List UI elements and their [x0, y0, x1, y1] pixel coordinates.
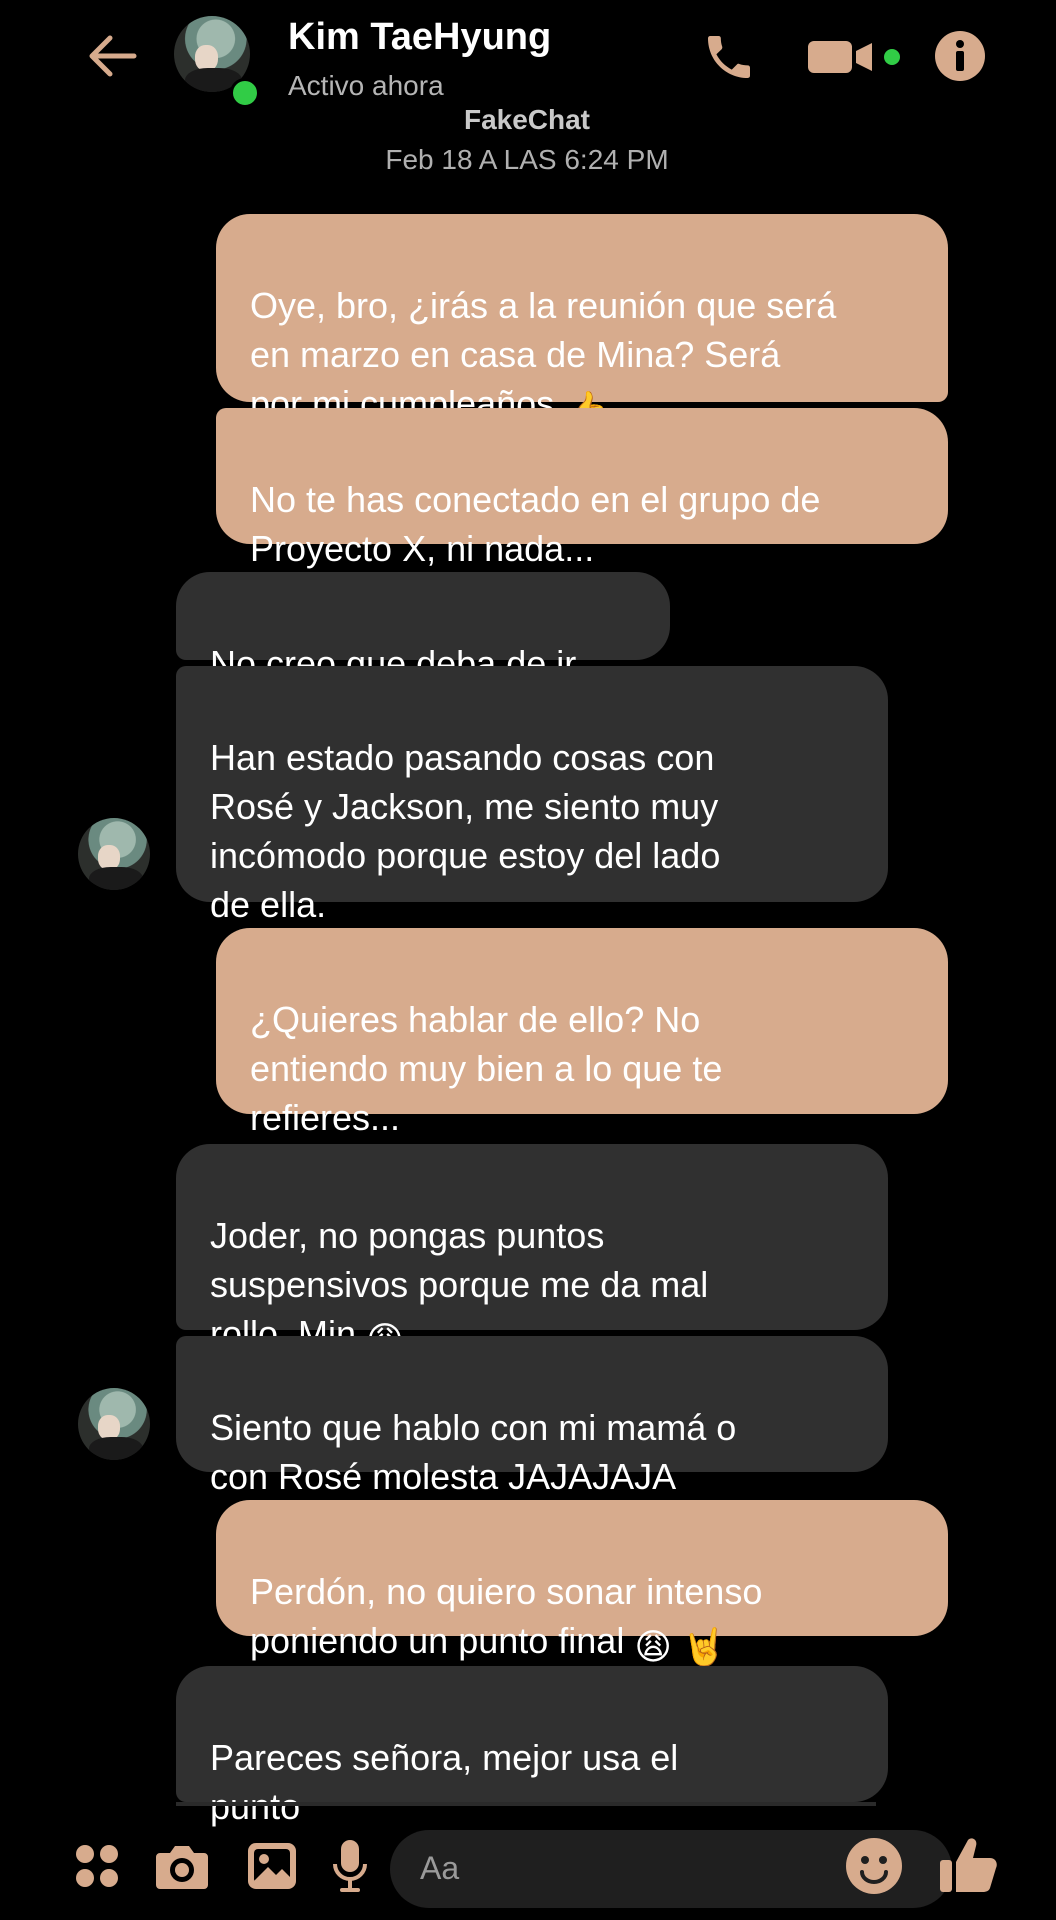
message-outgoing[interactable]: ¿Quieres hablar de ello? No entiendo muy… — [216, 928, 948, 1138]
microphone-icon — [333, 1840, 367, 1892]
message-incoming[interactable]: No creo que deba de ir. — [176, 572, 670, 684]
grid-dots-icon — [76, 1845, 118, 1887]
smile-icon — [846, 1838, 902, 1894]
chat-screen: Kim TaeHyung Activo ahora FakeChat Feb 1… — [36, 0, 1018, 1920]
image-icon — [248, 1843, 296, 1889]
contact-name[interactable]: Kim TaeHyung — [288, 16, 551, 59]
contact-status: Activo ahora — [288, 70, 444, 101]
apps-button[interactable] — [72, 1836, 122, 1896]
microphone-button[interactable] — [330, 1836, 370, 1896]
video-camera-icon — [808, 41, 900, 73]
info-button[interactable] — [932, 28, 988, 84]
message-text: Siento que hablo con mi mamá o con Rosé … — [210, 1407, 737, 1497]
camera-icon — [156, 1846, 208, 1889]
message-outgoing[interactable]: Oye, bro, ¿irás a la reunión que será en… — [216, 214, 948, 430]
composer-divider — [176, 1802, 876, 1806]
message-incoming[interactable]: Pareces señora, mejor usa el punto — [176, 1666, 888, 1827]
gallery-button[interactable] — [242, 1836, 302, 1896]
message-incoming[interactable]: Han estado pasando cosas con Rosé y Jack… — [176, 666, 888, 925]
message-text: No te has conectado en el grupo de Proye… — [250, 479, 821, 569]
message-text: Oye, bro, ¿irás a la reunión que será en… — [250, 285, 837, 424]
back-button[interactable] — [82, 26, 142, 86]
avatar[interactable] — [78, 1388, 150, 1460]
watermark: FakeChat — [463, 104, 591, 135]
timestamp: Feb 18 A LAS 6:24 PM — [385, 144, 669, 175]
message-outgoing[interactable]: No te has conectado en el grupo de Proye… — [216, 408, 948, 569]
message-text: Pareces señora, mejor usa el punto — [210, 1737, 679, 1827]
video-call-button[interactable] — [806, 30, 906, 84]
message-incoming[interactable]: Siento que hablo con mi mamá o con Rosé … — [176, 1336, 888, 1497]
call-button[interactable] — [696, 24, 762, 90]
like-button[interactable] — [936, 1832, 1000, 1896]
camera-button[interactable] — [152, 1836, 212, 1896]
avatar[interactable] — [78, 818, 150, 890]
tired-rock-emoji: 😩 🤘 — [634, 1626, 727, 1667]
message-text: ¿Quieres hablar de ello? No entiendo muy… — [250, 999, 723, 1138]
message-text: Joder, no pongas puntos suspensivos porq… — [210, 1215, 709, 1354]
thumbs-up-icon — [940, 1838, 997, 1892]
phone-icon — [708, 36, 750, 78]
message-text: Han estado pasando cosas con Rosé y Jack… — [210, 737, 721, 925]
info-icon — [935, 31, 985, 81]
emoji-button[interactable] — [844, 1836, 904, 1896]
message-incoming[interactable]: Joder, no pongas puntos suspensivos porq… — [176, 1144, 888, 1360]
message-outgoing[interactable]: Perdón, no quiero sonar intenso poniendo… — [216, 1500, 948, 1667]
arrow-left-icon — [89, 35, 137, 77]
message-input-placeholder: Aa — [420, 1850, 460, 1886]
